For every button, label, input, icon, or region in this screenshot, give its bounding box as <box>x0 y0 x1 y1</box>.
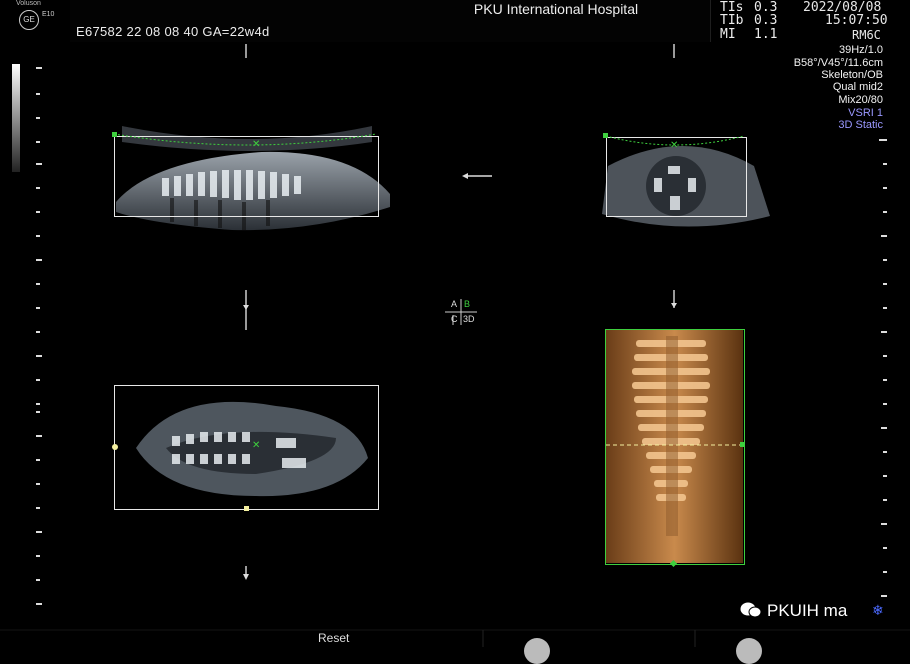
quad-c: C <box>451 314 458 324</box>
quad-selector[interactable]: A B C 3D <box>443 297 479 327</box>
quad-3d: 3D <box>463 314 475 324</box>
watermark: PKUIH ma <box>740 598 847 621</box>
softkey-bar <box>0 629 910 647</box>
roi-handle-c-left[interactable] <box>112 444 118 450</box>
crosshair-c[interactable]: ✕ <box>252 441 260 451</box>
roi-box-c[interactable] <box>114 385 379 510</box>
crosshair-a[interactable]: ✕ <box>252 140 260 150</box>
snowflake-icon: ❄ <box>872 602 884 618</box>
crosshair-b[interactable]: ✕ <box>670 141 678 151</box>
roi-handle-a[interactable] <box>112 132 117 137</box>
render-line-a[interactable] <box>110 126 380 156</box>
roi-handle-d-right[interactable] <box>740 442 745 447</box>
reset-button[interactable]: Reset <box>318 631 349 645</box>
watermark-text: PKUIH ma <box>767 601 848 620</box>
quad-a: A <box>451 299 458 309</box>
arrow-down-icon <box>243 305 249 310</box>
arrow-left-icon <box>462 173 468 179</box>
arrow-down-icon <box>671 303 677 308</box>
slice-line-d[interactable] <box>606 440 744 450</box>
roi-handle-c-bottom[interactable] <box>244 506 249 511</box>
softkey-knob-2[interactable] <box>736 638 762 664</box>
quad-b: B <box>464 299 471 309</box>
softkey-knob-1[interactable] <box>524 638 550 664</box>
wechat-icon <box>740 601 762 619</box>
roi-handle-b[interactable] <box>603 133 608 138</box>
arrow-down-icon <box>243 574 249 580</box>
